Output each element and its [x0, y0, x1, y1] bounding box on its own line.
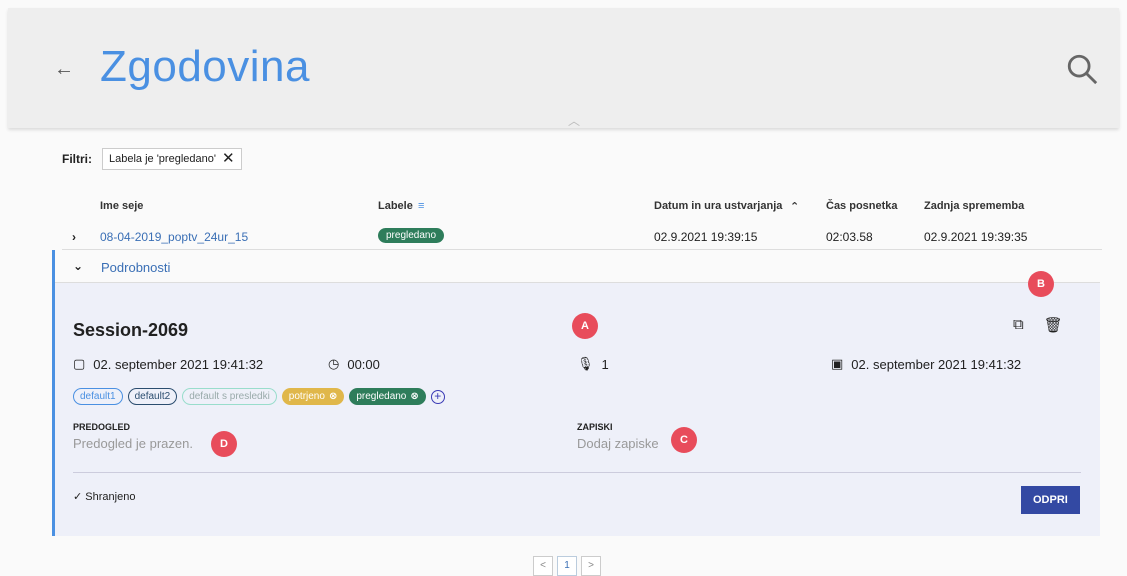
page-button[interactable]: 1 [557, 556, 577, 576]
trash-icon[interactable]: 🗑 [1044, 316, 1063, 334]
column-header-created[interactable]: Datum in ura ustvarjanja [654, 200, 782, 212]
table-row[interactable]: › 08-04-2019_poptv_24ur_15 pregledano 02… [62, 224, 1102, 250]
session-tools: ⧉ 🗑 [1013, 316, 1063, 334]
session-date: ▢ 02. september 2021 19:41:32 [73, 356, 263, 372]
label-chip[interactable]: default s presledki [182, 388, 277, 405]
search-icon[interactable] [1065, 52, 1099, 86]
session-time-text: 00:00 [347, 356, 380, 372]
clock-icon: ◷ [328, 356, 340, 371]
filters-label: Filtri: [62, 152, 92, 166]
session-title: Session-2069 [73, 320, 189, 340]
filter-chip-label: Labela je 'pregledano' [109, 153, 216, 165]
label-chip-text: pregledano [356, 391, 407, 402]
calendar-icon: ▢ [73, 356, 86, 371]
created-date: 02.9.2021 19:39:15 [654, 230, 758, 244]
column-header-name[interactable]: Ime seje [100, 200, 143, 212]
notes-input[interactable]: Dodaj zapiske [577, 436, 659, 451]
event-icon: ▣ [831, 356, 844, 371]
remove-icon[interactable]: ⊗ [329, 391, 337, 402]
filter-icon[interactable]: ≡ [418, 200, 424, 212]
details-header[interactable]: ⌄ Podrobnosti [55, 250, 1100, 283]
column-header-duration[interactable]: Čas posnetka [826, 200, 898, 212]
marker-a: A [572, 313, 598, 339]
filters-bar: Filtri: Labela je 'pregledano' ✕ [62, 148, 242, 170]
label-tag: pregledano [378, 228, 445, 243]
column-header-labels[interactable]: Labele [378, 200, 413, 212]
session-time: ◷ 00:00 [328, 356, 380, 372]
modified-date: 02.9.2021 19:39:35 [924, 230, 1028, 244]
details-title: Podrobnosti [101, 260, 171, 275]
remove-icon[interactable]: ⊗ [410, 391, 418, 402]
page-title: Zgodovina [100, 42, 310, 91]
copy-icon[interactable]: ⧉ [1013, 316, 1024, 334]
details-panel: ⌄ Podrobnosti Session-2069 ⧉ 🗑 ▢ 02. sept… [52, 250, 1100, 536]
marker-b: B [1028, 271, 1054, 297]
open-button[interactable]: ODPRI [1021, 486, 1080, 514]
app-bar: ← Zgodovina ︿ [8, 8, 1119, 128]
session-date-right-text: 02. september 2021 19:41:32 [851, 356, 1022, 372]
add-label-icon[interactable]: + [430, 389, 445, 404]
marker-c: C [671, 427, 697, 453]
session-date-right: ▣ 02. september 2021 19:41:32 [831, 356, 1021, 372]
arrow-left-icon[interactable]: ← [54, 58, 74, 81]
chevron-right-icon[interactable]: › [72, 230, 76, 244]
mic-icon: 🎙 [577, 356, 594, 371]
pagination: < 1 > [533, 556, 601, 576]
session-name-link[interactable]: 08-04-2019_poptv_24ur_15 [100, 230, 248, 244]
saved-status: ✓ Shranjeno [73, 491, 136, 503]
close-icon[interactable]: ✕ [222, 151, 235, 166]
label-chip-text: potrjeno [288, 391, 325, 402]
prev-page-button[interactable]: < [533, 556, 553, 576]
label-chip[interactable]: default2 [127, 388, 178, 405]
marker-d: D [211, 431, 237, 457]
label-chip[interactable]: pregledano ⊗ [349, 388, 426, 405]
label-list: default1 default2 default s presledki po… [73, 388, 445, 405]
divider [73, 472, 1081, 473]
column-header-modified[interactable]: Zadnja sprememba [924, 200, 1024, 212]
next-page-button[interactable]: > [581, 556, 601, 576]
preview-text: Predogled je prazen. [73, 436, 193, 451]
speaker-count: 🎙 1 [577, 356, 609, 372]
duration: 02:03.58 [826, 230, 873, 244]
label-chip[interactable]: potrjeno ⊗ [281, 388, 345, 405]
chevron-up-icon[interactable]: ︿ [568, 112, 580, 129]
preview-heading: PREDOGLED [73, 422, 131, 432]
chevron-down-icon[interactable]: ⌄ [73, 259, 83, 273]
sort-up-icon[interactable]: ⌃ [790, 200, 799, 213]
speaker-count-text: 1 [601, 356, 609, 372]
filter-chip[interactable]: Labela je 'pregledano' ✕ [102, 148, 242, 170]
saved-text: Shranjeno [85, 491, 136, 503]
notes-heading: ZAPISKI [577, 422, 613, 432]
label-chip[interactable]: default1 [73, 388, 123, 405]
session-date-text: 02. september 2021 19:41:32 [93, 356, 264, 372]
